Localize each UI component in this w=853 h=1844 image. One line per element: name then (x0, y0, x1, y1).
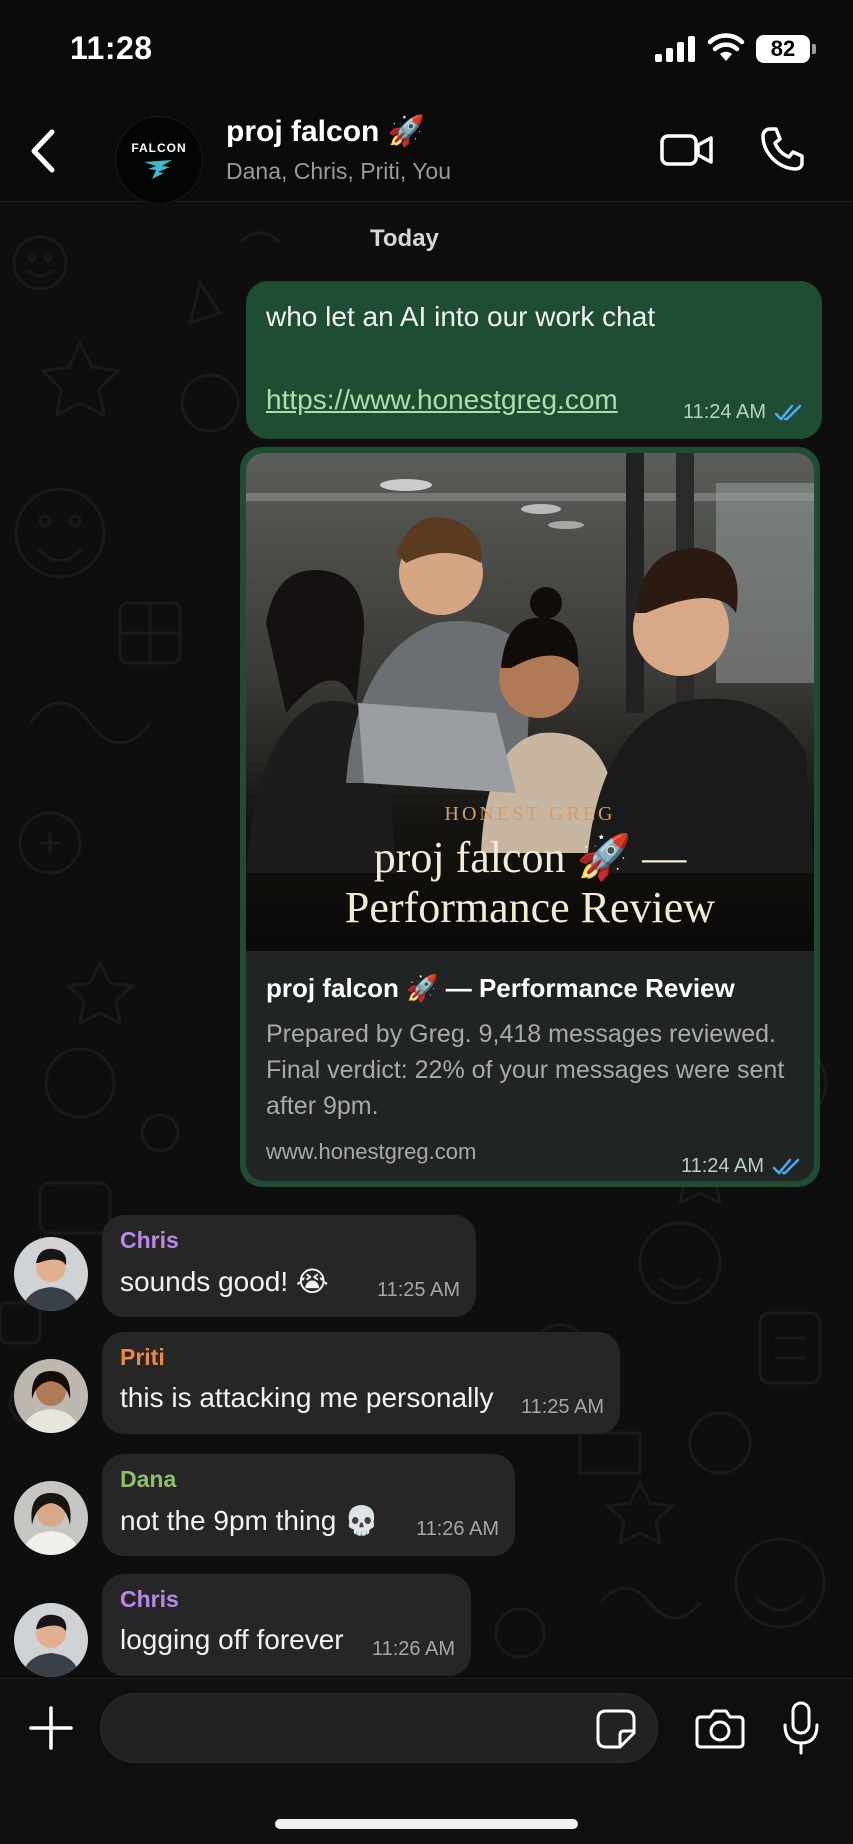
chat-header: FALCON proj falcon 🚀 Dana, Chris, Priti,… (0, 100, 853, 204)
avatar[interactable] (14, 1237, 88, 1311)
message-time: 11:26 AM (415, 1518, 499, 1540)
incoming-message[interactable]: Chris sounds good! 😭 11:25 AM (102, 1215, 476, 1317)
composer-bar (0, 1678, 853, 1844)
message-list[interactable]: Today who let an AI into our work chat h… (0, 203, 853, 1678)
sender-name: Chris (120, 1586, 179, 1612)
message-meta: 11:24 AM (681, 1155, 802, 1178)
read-receipt-icon (772, 1158, 800, 1175)
link-preview-card[interactable]: HONEST GREG proj falcon 🚀 — Performance … (240, 447, 820, 1187)
message-meta: 11:24 AM (683, 401, 804, 424)
mic-icon[interactable] (782, 1701, 820, 1755)
preview-domain: www.honestgreg.com (266, 1139, 477, 1164)
message-time: 11:24 AM (680, 1155, 764, 1177)
message-time: 11:24 AM (682, 401, 766, 423)
message-text: who let an AI into our work chat (266, 301, 656, 332)
sticker-icon[interactable] (596, 1709, 636, 1749)
incoming-message[interactable]: Dana not the 9pm thing 💀 11:26 AM (102, 1454, 515, 1556)
message-text: not the 9pm thing 💀 (120, 1505, 380, 1536)
message-time: 11:25 AM (520, 1396, 604, 1418)
preview-description: Prepared by Greg. 9,418 messages reviewe… (266, 1020, 785, 1120)
chat-members: Dana, Chris, Priti, You (226, 158, 452, 184)
message-time: 11:25 AM (376, 1279, 460, 1301)
sender-name: Dana (120, 1466, 177, 1492)
message-text: logging off forever (120, 1624, 344, 1655)
avatar[interactable] (14, 1481, 88, 1555)
chat-title[interactable]: proj falcon 🚀 (226, 114, 425, 149)
phone-icon[interactable] (760, 126, 804, 172)
date-divider: Today (370, 225, 439, 252)
back-icon[interactable] (22, 124, 62, 178)
preview-image[interactable] (246, 453, 814, 951)
message-input[interactable] (100, 1693, 658, 1763)
signal-icon (655, 36, 695, 62)
plus-icon[interactable] (28, 1705, 74, 1751)
message-time: 11:26 AM (371, 1638, 455, 1660)
incoming-message[interactable]: Priti this is attacking me personally 11… (102, 1332, 620, 1434)
message-link[interactable]: https://www.honestgreg.com (266, 384, 618, 416)
avatar[interactable] (14, 1603, 88, 1677)
outgoing-message[interactable]: who let an AI into our work chat https:/… (246, 281, 822, 439)
wifi-icon (707, 33, 745, 61)
avatar[interactable] (14, 1359, 88, 1433)
home-indicator (275, 1819, 578, 1829)
preview-title: proj falcon 🚀 — Performance Review (266, 973, 735, 1003)
incoming-message[interactable]: Chris logging off forever 11:26 AM (102, 1574, 471, 1676)
group-logo-text: FALCON (131, 140, 187, 155)
group-avatar[interactable]: FALCON (115, 116, 203, 204)
camera-icon[interactable] (695, 1707, 745, 1749)
read-receipt-icon (774, 404, 802, 421)
sender-name: Chris (120, 1227, 179, 1253)
status-bar: 11:28 82 (0, 0, 853, 100)
message-text: sounds good! 😭 (120, 1266, 329, 1297)
battery-indicator: 82 (756, 35, 816, 63)
video-call-icon[interactable] (660, 130, 714, 170)
status-time: 11:28 (70, 30, 153, 66)
falcon-logo-icon (144, 159, 172, 179)
message-text: this is attacking me personally (120, 1382, 494, 1413)
sender-name: Priti (120, 1344, 165, 1370)
link-preview-content: HONEST GREG proj falcon 🚀 — Performance … (246, 453, 814, 1181)
